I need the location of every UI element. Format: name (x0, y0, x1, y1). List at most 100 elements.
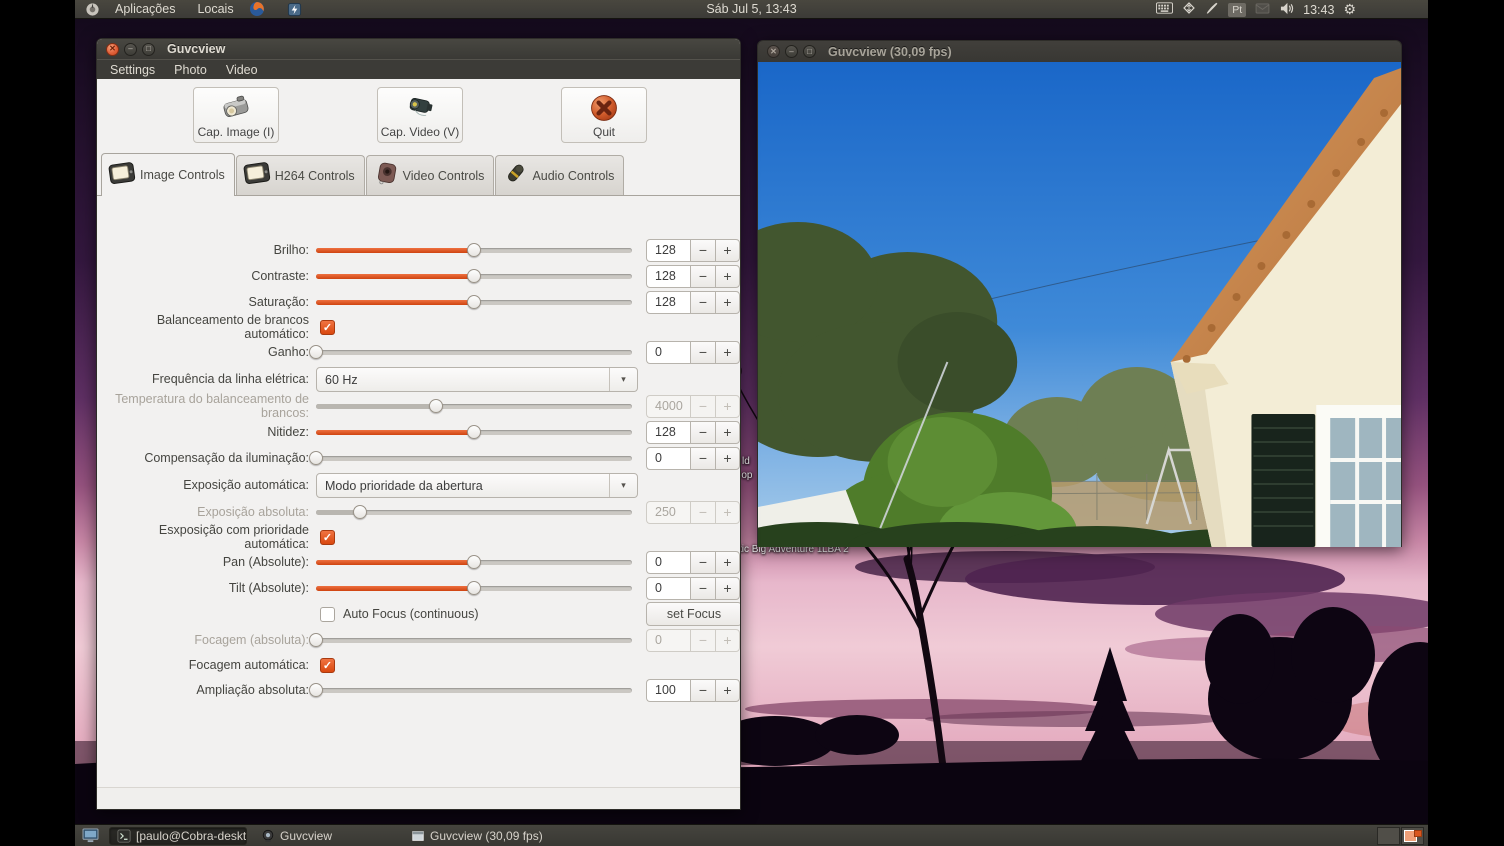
increase-button: + (715, 629, 740, 652)
minimize-button[interactable]: – (785, 45, 798, 58)
checkbox-auto-focus-continuous[interactable] (320, 607, 335, 622)
control-label: Tilt (Absolute): (101, 581, 316, 595)
slider-thumb[interactable] (309, 345, 323, 359)
menu-settings[interactable]: Settings (102, 62, 163, 78)
tab-h264-controls[interactable]: H264 Controls (236, 155, 365, 195)
chevron-down-icon: ▾ (609, 474, 637, 497)
decrease-button[interactable]: − (690, 291, 715, 314)
mail-icon[interactable] (1255, 3, 1270, 17)
tab-video-controls[interactable]: Video Controls (366, 155, 495, 195)
decrease-button[interactable]: − (690, 265, 715, 288)
volume-icon[interactable] (1279, 2, 1294, 18)
spin-satura-o: 128−+ (646, 291, 740, 314)
cap-image-i-button[interactable]: Cap. Image (I) (193, 87, 279, 143)
menu-photo[interactable]: Photo (166, 62, 215, 78)
slider-tilt-absolute[interactable] (316, 586, 632, 591)
taskbar-item-guvcview-30-09-fps[interactable]: Guvcview (30,09 fps) (403, 827, 553, 845)
increase-button[interactable]: + (715, 421, 740, 444)
decrease-button[interactable]: − (690, 421, 715, 444)
slider-contraste[interactable] (316, 274, 632, 279)
control-row-tilt-absolute: Tilt (Absolute):0−+ (101, 575, 736, 601)
checkbox-esxposi-o-com-prioridade-autom-tica[interactable]: ✓ (320, 530, 335, 545)
value-field[interactable]: 128 (646, 239, 690, 262)
tab-audio-controls[interactable]: Audio Controls (495, 155, 624, 195)
taskbar-item-paulo-cobra-deskt[interactable]: [paulo@Cobra-deskt... (109, 827, 247, 845)
set-focus-button[interactable]: set Focus (646, 602, 740, 626)
slider-compensa-o-da-ilumina-o[interactable] (316, 456, 632, 461)
slider-pan-absolute[interactable] (316, 560, 632, 565)
value-field[interactable]: 128 (646, 421, 690, 444)
slider-nitidez[interactable] (316, 430, 632, 435)
distributor-logo-icon[interactable] (81, 0, 103, 19)
cap-video-v-button[interactable]: Cap. Video (V) (377, 87, 463, 143)
slider-amplia-o-absoluta[interactable] (316, 688, 632, 693)
close-button[interactable]: ✕ (767, 45, 780, 58)
titlebar[interactable]: ✕ – □ Guvcview (97, 39, 740, 59)
value-field[interactable]: 128 (646, 265, 690, 288)
preview-titlebar[interactable]: ✕ – □ Guvcview (30,09 fps) (758, 41, 1401, 62)
slider-thumb[interactable] (467, 581, 481, 595)
slider-thumb[interactable] (309, 683, 323, 697)
dropdown-frequ-ncia-da-linha-el-trica[interactable]: 60 Hz▾ (316, 367, 638, 392)
slider-ganho[interactable] (316, 350, 632, 355)
tablet-stylus-icon[interactable] (1205, 1, 1219, 18)
menu-aplicacoes[interactable]: Aplicações (105, 0, 185, 19)
keyboard-layout-indicator[interactable]: Pt (1228, 3, 1246, 17)
maximize-button[interactable]: □ (803, 45, 816, 58)
decrease-button[interactable]: − (690, 577, 715, 600)
slider-thumb[interactable] (467, 555, 481, 569)
panel-clock[interactable]: 13:43 (1303, 3, 1334, 17)
menu-locais[interactable]: Locais (187, 0, 243, 19)
slider-exposi-o-absoluta (316, 510, 632, 515)
taskbar-item-label: Guvcview (280, 829, 332, 843)
minimize-button[interactable]: – (124, 43, 137, 56)
tab-image-controls[interactable]: Image Controls (101, 153, 235, 196)
value-field[interactable]: 0 (646, 551, 690, 574)
menu-video[interactable]: Video (218, 62, 266, 78)
keyboard-indicator-icon[interactable] (1156, 2, 1173, 17)
slider-thumb[interactable] (309, 451, 323, 465)
dropdown-exposi-o-autom-tica[interactable]: Modo prioridade da abertura▾ (316, 473, 638, 498)
firefox-launcher-icon[interactable] (246, 0, 268, 19)
close-button[interactable]: ✕ (106, 43, 119, 56)
maximize-button[interactable]: □ (142, 43, 155, 56)
slider-satura-o[interactable] (316, 300, 632, 305)
slider-brilho[interactable] (316, 248, 632, 253)
session-gear-icon[interactable]: ⚙ (1343, 0, 1356, 19)
status-area (97, 787, 740, 809)
increase-button[interactable]: + (715, 551, 740, 574)
workspace-1[interactable] (1377, 827, 1400, 845)
increase-button[interactable]: + (715, 265, 740, 288)
decrease-button[interactable]: − (690, 551, 715, 574)
workspace-switcher[interactable] (1377, 827, 1424, 845)
workspace-2[interactable] (1401, 827, 1424, 845)
decrease-button[interactable]: − (690, 239, 715, 262)
quit-button[interactable]: Quit (561, 87, 647, 143)
show-desktop-button[interactable] (77, 827, 103, 845)
increase-button[interactable]: + (715, 239, 740, 262)
decrease-button[interactable]: − (690, 679, 715, 702)
increase-button[interactable]: + (715, 341, 740, 364)
value-field[interactable]: 0 (646, 577, 690, 600)
updater-icon[interactable] (1182, 1, 1196, 18)
decrease-button[interactable]: − (690, 341, 715, 364)
slider-thumb[interactable] (467, 425, 481, 439)
desktop-icon-label[interactable]: ld (742, 456, 750, 467)
slider-thumb[interactable] (467, 295, 481, 309)
checkbox-focagem-autom-tica[interactable]: ✓ (320, 658, 335, 673)
increase-button[interactable]: + (715, 679, 740, 702)
taskbar-item-guvcview[interactable]: Guvcview (253, 827, 397, 845)
checkbox-balanceamento-de-brancos-autom-tico[interactable]: ✓ (320, 320, 335, 335)
value-field[interactable]: 0 (646, 447, 690, 470)
slider-thumb[interactable] (467, 243, 481, 257)
value-field[interactable]: 128 (646, 291, 690, 314)
value-field[interactable]: 100 (646, 679, 690, 702)
app-launcher-icon[interactable] (284, 0, 306, 19)
increase-button[interactable]: + (715, 577, 740, 600)
value-field[interactable]: 0 (646, 341, 690, 364)
toolbar-button-label: Cap. Video (V) (381, 125, 460, 139)
slider-thumb[interactable] (467, 269, 481, 283)
increase-button[interactable]: + (715, 291, 740, 314)
increase-button[interactable]: + (715, 447, 740, 470)
decrease-button[interactable]: − (690, 447, 715, 470)
